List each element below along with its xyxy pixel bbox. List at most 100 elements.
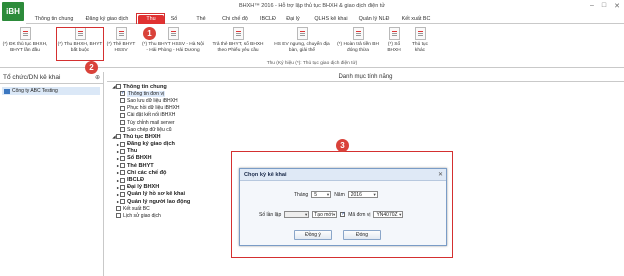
tree-subnode-label: Quản lý người lao động <box>127 198 191 205</box>
month-label: Tháng <box>294 191 309 198</box>
maximize-button[interactable]: □ <box>602 2 606 10</box>
checkbox[interactable] <box>120 105 125 111</box>
ribbon-button-label: (*) Thu BHYT HSSV - Hà Nội - Hải Phòng -… <box>142 42 204 53</box>
tree-item-label: Kết xuất BC <box>123 205 150 212</box>
checkbox[interactable] <box>120 170 125 176</box>
tree-item[interactable]: Cài đặt kết nối iBHXH <box>112 112 252 119</box>
pin-icon[interactable]: ⊕ <box>95 72 100 84</box>
tree-node-label: Thủ tục BHXH <box>123 133 161 140</box>
tree-subnode-label: Chi các chế độ <box>127 169 167 176</box>
tab-so[interactable]: Sổ <box>166 15 182 24</box>
ribbon-the-bhyt-hssv-button[interactable]: (*) Thẻ BHYT HSSV <box>104 27 138 53</box>
tab-ibcld[interactable]: IBCLĐ <box>258 15 278 24</box>
dialog-title: Chọn kỳ kê khai <box>244 172 287 178</box>
ribbon-hs-ev-ngung-button[interactable]: HS EV ngưng, chuyển địa bàn, giải thể <box>272 27 332 53</box>
checkbox[interactable] <box>120 127 125 133</box>
tree-subnode-label: Thu <box>127 148 138 155</box>
ribbon-button-label: (*) Sổ BHXH <box>387 42 401 53</box>
checkbox[interactable] <box>120 98 125 104</box>
checkbox[interactable] <box>120 141 125 147</box>
count-select[interactable] <box>284 211 310 218</box>
document-icon <box>296 27 308 40</box>
count-row: Số lần lập Tạo mới Mã đơn vị YN4070Z <box>259 211 404 218</box>
tree-subnode-label: Quản lý hồ sơ kê khai <box>127 191 186 198</box>
tree-subnode-label: Đăng ký giao dịch <box>127 141 175 148</box>
ribbon-dk-thu-tuc-button[interactable]: (*) ĐK thủ tục BHXH, BHYT lần đầu <box>2 27 48 53</box>
year-select[interactable]: 2016 <box>347 191 378 198</box>
year-label: Năm <box>334 191 345 198</box>
checkbox[interactable] <box>120 112 125 118</box>
ribbon-button-label: HS EV ngưng, chuyển địa bàn, giải thể <box>274 42 330 53</box>
ribbon-hoan-tra-tien-button[interactable]: (*) Hoàn trả tiền BH đóng thừa <box>336 27 380 53</box>
document-icon <box>232 27 244 40</box>
tab-qlhs-ke-khai[interactable]: QLHS kê khai <box>312 15 350 24</box>
ribbon-so-bhxh-button[interactable]: (*) Sổ BHXH <box>382 27 406 53</box>
tab-thong-tin-chung[interactable]: Thông tin chung <box>34 15 74 24</box>
checkbox[interactable] <box>116 206 121 212</box>
ribbon-button-label: (*) Thẻ BHYT HSSV <box>106 42 136 53</box>
tree-node-general[interactable]: ◢ Thông tin chung <box>112 83 252 90</box>
ok-button[interactable]: Đồng ý <box>294 230 332 240</box>
ribbon-tra-the-bhyt-button[interactable]: Trả thẻ BHYT, sổ BHXH theo Phiếu yêu cầu <box>210 27 266 53</box>
close-dialog-button[interactable]: Đóng <box>343 230 381 240</box>
tree-subnode[interactable]: ▸ Đăng ký giao dịch <box>112 141 252 148</box>
tree-subnode-label: Đại lý BHXH <box>127 184 160 191</box>
tree-subnode-label: Thẻ BHYT <box>127 162 154 169</box>
checkbox[interactable] <box>120 177 125 183</box>
document-icon <box>115 27 127 40</box>
new-checkbox[interactable] <box>340 211 345 217</box>
tree-item-label: Lịch sử giao dịch <box>123 212 161 219</box>
checkbox[interactable] <box>116 213 121 219</box>
month-select[interactable]: 5 <box>311 191 332 198</box>
tree-item[interactable]: Phục hồi dữ liệu iBHXH <box>112 105 252 112</box>
checkbox[interactable] <box>120 148 125 154</box>
document-icon <box>167 27 179 40</box>
checkbox[interactable] <box>120 120 125 126</box>
tree-node-procedures[interactable]: ◢ Thủ tục BHXH <box>112 133 252 140</box>
step-badge-3: 3 <box>336 139 349 152</box>
tab-dai-ly[interactable]: Đại lý <box>282 15 304 24</box>
checkbox[interactable] <box>116 84 121 90</box>
checkbox[interactable] <box>120 90 125 97</box>
new-field[interactable]: Tạo mới <box>312 211 338 218</box>
ribbon-thu-tuc-khac-button[interactable]: Thủ tục khác <box>408 27 432 53</box>
tab-the[interactable]: Thẻ <box>192 15 210 24</box>
checkbox[interactable] <box>120 155 125 161</box>
ribbon-button-label: (*) ĐK thủ tục BHXH, BHYT lần đầu <box>2 42 48 53</box>
tree-node-label: Thông tin chung <box>123 83 167 90</box>
tree-item[interactable]: Sao lưu dữ liệu iBHXH <box>112 97 252 104</box>
tree-item[interactable]: Tùy chỉnh mail server <box>112 119 252 126</box>
tree-item[interactable]: Thông tin đơn vị <box>112 90 252 97</box>
left-panel-title: Tổ chức/DN kê khai <box>3 74 61 81</box>
tab-quan-ly-nld[interactable]: Quản lý NLĐ <box>356 15 392 24</box>
title-bar: iBH BHXH™ 2016 - Hỗ trợ lập thủ tục BHXH… <box>0 0 624 21</box>
minimize-button[interactable]: – <box>590 2 594 10</box>
org-item[interactable]: Công ty ABC Testing <box>2 87 100 95</box>
checkbox[interactable] <box>120 191 125 197</box>
checkbox[interactable] <box>120 184 125 190</box>
org-name: Công ty ABC Testing <box>12 88 58 94</box>
tree-item-label: Tùy chỉnh mail server <box>127 119 175 126</box>
window-controls: – □ ✕ <box>590 2 620 10</box>
checkbox[interactable] <box>116 134 121 140</box>
tree-item[interactable]: Sao chép dữ liệu cũ <box>112 126 252 133</box>
tab-chi-che-do[interactable]: Chi chế độ <box>220 15 250 24</box>
tab-dang-ky-giao-dich[interactable]: Đăng ký giao dịch <box>82 15 132 24</box>
period-dialog: Chọn kỳ kê khai ✕ Tháng 5 Năm 2016 Số lầ… <box>239 168 447 246</box>
close-button[interactable]: ✕ <box>614 2 620 10</box>
document-icon <box>352 27 364 40</box>
checkbox[interactable] <box>120 199 125 205</box>
tab-ket-xuat-bc[interactable]: Kết xuất BC <box>400 15 432 24</box>
tree-item-label: Cài đặt kết nối iBHXH <box>127 112 176 119</box>
ribbon-button-label: Trả thẻ BHYT, sổ BHXH theo Phiếu yêu cầu <box>212 42 264 53</box>
close-icon[interactable]: ✕ <box>438 169 443 181</box>
ribbon-button-label: (*) Hoàn trả tiền BH đóng thừa <box>337 42 379 53</box>
period-row: Tháng 5 Năm 2016 <box>294 191 378 198</box>
main-header: Danh mục tính năng <box>107 72 624 82</box>
tree-item-label: Thông tin đơn vị <box>127 90 166 97</box>
step-badge-2: 2 <box>85 61 98 74</box>
menu-tabs: Thông tin chung Đăng ký giao dịch Thu Sổ… <box>26 14 624 24</box>
unit-select[interactable]: YN4070Z <box>373 211 404 218</box>
checkbox[interactable] <box>120 163 125 169</box>
left-panel: Tổ chức/DN kê khai ⊕ Công ty ABC Testing <box>0 72 104 276</box>
